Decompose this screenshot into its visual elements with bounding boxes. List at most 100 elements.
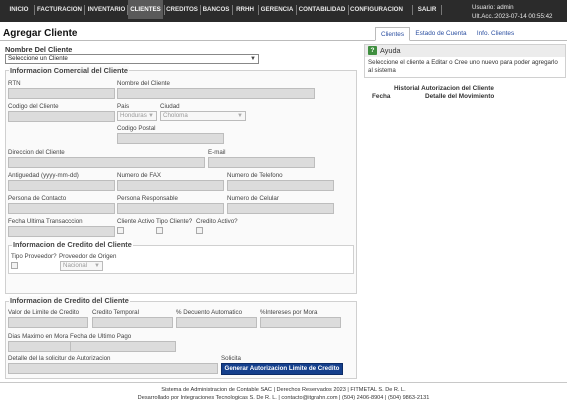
persona-contacto-label: Persona de Contacto (8, 195, 67, 202)
tipo-proveedor-checkbox[interactable] (11, 262, 18, 269)
email-label: E-mail (208, 149, 226, 156)
rtn-label: RTN (8, 80, 21, 87)
direccion-input[interactable] (8, 157, 205, 168)
fecha-ultimo-pago-label: Fecha de Ultimo Pago (70, 333, 132, 340)
chevron-down-icon: ▼ (250, 56, 256, 62)
nav-inventario[interactable]: INVENTARIO (86, 0, 127, 19)
intereses-label: %Intereses por Mora (260, 309, 318, 316)
ciudad-label: Ciudad (160, 103, 180, 110)
detalle-label: Detalle del la solicitur de Autorizacion (8, 355, 111, 362)
pais-select[interactable]: Honduras ▼ (117, 111, 157, 121)
nav-creditos[interactable]: CREDITOS (165, 0, 199, 19)
tab-estado-de-cuenta[interactable]: Estado de Cuenta (411, 27, 471, 41)
nombre-label: Nombre del Cliente (117, 80, 170, 87)
page-title: Agregar Cliente (3, 28, 78, 39)
codigo-label: Codigo del Cliente (8, 103, 59, 110)
credito-activo-checkbox[interactable] (196, 227, 203, 234)
last-access: Ult.Acc.:2023-07-14 00:55:42 (472, 12, 553, 20)
tab-info-clientes[interactable]: Info. Clientes (472, 27, 519, 41)
chevron-down-icon: ▼ (237, 113, 243, 119)
cliente-activo-checkbox[interactable] (117, 227, 124, 234)
help-icon: ? (368, 46, 377, 55)
ciudad-select-value: Choloma (163, 112, 188, 119)
client-select[interactable]: Seleccione un Cliente ▼ (5, 54, 259, 64)
footer-contact: Desarrollado por Integraciones Tecnologi… (137, 395, 430, 401)
codigo-input[interactable] (8, 111, 115, 122)
descuento-label: % Decuento Automatico (176, 309, 243, 316)
tipo-proveedor-label: Tipo Proveedor? (11, 253, 57, 260)
fecha-transaccion-label: Fecha Ultima Transacccion (8, 218, 83, 225)
direccion-label: Direccion del Cliente (8, 149, 65, 156)
fecha-ultimo-pago-input[interactable] (70, 341, 176, 352)
persona-responsable-input[interactable] (117, 203, 224, 214)
celular-label: Numero de Celular (227, 195, 279, 202)
supplier-credit-legend: Informacion de Credito del Cliente (12, 240, 133, 249)
codigo-postal-input[interactable] (117, 133, 224, 144)
commercial-info-legend: Informacion Comercial del Cliente (9, 66, 129, 75)
celular-input[interactable] (227, 203, 334, 214)
chevron-down-icon: ▼ (94, 263, 100, 269)
descuento-input[interactable] (176, 317, 257, 328)
tab-clientes[interactable]: Clientes (375, 27, 410, 41)
client-select-label: Nombre Del Cliente (5, 45, 73, 54)
fecha-transaccion-input[interactable] (8, 226, 115, 237)
top-navbar: INICIO FACTURACION INVENTARIO CLIENTES C… (0, 0, 567, 22)
pais-label: Pais (117, 103, 130, 110)
user-name: Usuario: admin (472, 4, 514, 11)
fax-label: Numero de FAX (117, 172, 162, 179)
detalle-input[interactable] (8, 363, 218, 374)
telefono-input[interactable] (227, 180, 334, 191)
nav-configuracion[interactable]: CONFIGURACION (349, 0, 404, 19)
telefono-label: Numero de Telefono (227, 172, 283, 179)
fax-input[interactable] (117, 180, 224, 191)
solicita-label: Solicita (221, 355, 241, 362)
credito-activo-label: Credito Activo? (196, 218, 238, 225)
help-panel: ? Ayuda Seleccione el cliente a Editar o… (364, 44, 566, 78)
ciudad-select[interactable]: Choloma ▼ (160, 111, 246, 121)
history-title: Historial Autorizacion del Cliente (394, 85, 494, 92)
antiguedad-input[interactable] (8, 180, 115, 191)
nav-salir[interactable]: SALIR (415, 0, 439, 19)
email-input[interactable] (208, 157, 315, 168)
client-select-value: Seleccione un Cliente (8, 55, 68, 62)
pais-select-value: Honduras (120, 112, 147, 119)
antiguedad-label: Antiguedad (yyyy-mm-dd) (8, 172, 79, 179)
credit-info-legend: Informacion de Credito del Cliente (9, 296, 130, 305)
tipo-cliente-label: Tipo Cliente? (156, 218, 193, 225)
history-col-detalle: Detalle del Movimiento (425, 93, 495, 100)
nav-bancos[interactable]: BANCOS (201, 0, 231, 19)
credito-temporal-label: Credito Temporal (92, 309, 139, 316)
nav-rrhh[interactable]: RRHH (233, 0, 257, 19)
proveedor-origen-select[interactable]: Nacional ▼ (60, 261, 103, 271)
nombre-input[interactable] (117, 88, 315, 99)
nav-clientes[interactable]: CLIENTES (128, 0, 163, 19)
footer-divider (0, 382, 567, 383)
tipo-cliente-checkbox[interactable] (156, 227, 163, 234)
proveedor-origen-value: Nacional (63, 262, 88, 269)
nav-separator (412, 5, 413, 15)
codigo-postal-label: Codigo Postal (117, 125, 156, 132)
nav-separator (84, 5, 85, 15)
help-header: ? Ayuda (365, 45, 565, 57)
user-info: Usuario: admin Ult.Acc.:2023-07-14 00:55… (472, 4, 553, 21)
dias-mora-label: Dias Maximo en Mora (8, 333, 69, 340)
nav-separator (441, 5, 442, 15)
nav-inicio[interactable]: INICIO (6, 0, 32, 19)
nav-gerencia[interactable]: GERENCIA (259, 0, 295, 19)
valor-limite-label: Valor de Limite de Credito (8, 309, 80, 316)
generate-authorization-button[interactable]: Generar Autorizacion Limite de Credito (221, 363, 343, 375)
chevron-down-icon: ▼ (148, 113, 154, 119)
history-col-fecha: Fecha (372, 93, 391, 100)
credito-temporal-input[interactable] (92, 317, 173, 328)
proveedor-origen-label: Proveedor de Origen (59, 253, 117, 260)
intereses-input[interactable] (260, 317, 341, 328)
nav-contabilidad[interactable]: CONTABILIDAD (297, 0, 347, 19)
help-title: Ayuda (380, 46, 401, 55)
nav-facturacion[interactable]: FACTURACION (36, 0, 83, 19)
rtn-input[interactable] (8, 88, 115, 99)
footer-copyright: Sistema de Administracion de Contable SA… (161, 387, 406, 393)
persona-responsable-label: Persona Responsable (117, 195, 178, 202)
nav-separator (34, 5, 35, 15)
valor-limite-input[interactable] (8, 317, 88, 328)
persona-contacto-input[interactable] (8, 203, 115, 214)
